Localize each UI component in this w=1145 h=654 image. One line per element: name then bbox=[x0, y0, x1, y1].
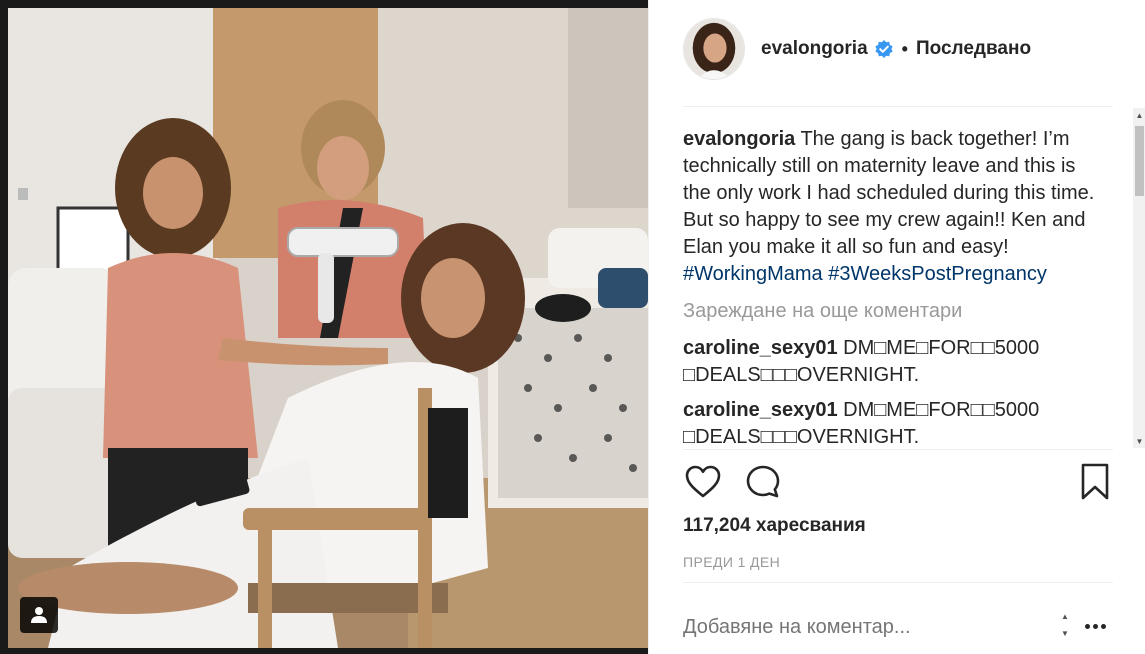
user-tag-button[interactable] bbox=[20, 597, 58, 633]
hashtag-link[interactable]: #3WeeksPostPregnancy bbox=[828, 263, 1047, 285]
comment-username[interactable]: caroline_sexy01 bbox=[683, 337, 838, 359]
avatar-image bbox=[684, 19, 744, 79]
post-details-panel: evalongoria • Последвано evalongoria The… bbox=[648, 0, 1145, 654]
comment-item: caroline_sexy01 DM□ME□FOR□□5000 □DEALS□□… bbox=[683, 397, 1103, 448]
comment-button[interactable] bbox=[743, 462, 783, 502]
post-timestamp[interactable]: ПРЕДИ 1 ДЕН bbox=[683, 554, 780, 570]
more-options-button[interactable] bbox=[1080, 614, 1110, 638]
header-divider bbox=[683, 106, 1113, 107]
more-options-icon bbox=[1092, 623, 1098, 629]
chevron-down-icon[interactable]: ▼ bbox=[1061, 629, 1069, 638]
user-tag-icon bbox=[31, 607, 47, 623]
post-photo-illustration bbox=[8, 8, 648, 648]
comments-list[interactable]: evalongoria The gang is back together! I… bbox=[683, 126, 1103, 448]
photo-area bbox=[0, 0, 648, 654]
post-caption: evalongoria The gang is back together! I… bbox=[683, 126, 1103, 288]
separator-dot: • bbox=[901, 38, 908, 59]
header-username[interactable]: evalongoria bbox=[761, 38, 868, 60]
comment-username[interactable]: caroline_sexy01 bbox=[683, 399, 838, 421]
avatar[interactable] bbox=[683, 18, 745, 80]
post-actions bbox=[683, 462, 1113, 506]
comment-bubble-icon bbox=[746, 465, 780, 498]
scroll-down-arrow-icon[interactable]: ▼ bbox=[1133, 434, 1145, 448]
bookmark-icon bbox=[1081, 463, 1109, 500]
caption-username[interactable]: evalongoria bbox=[683, 128, 795, 150]
hashtag-link[interactable]: #WorkingMama bbox=[683, 263, 823, 285]
footer-divider bbox=[683, 582, 1113, 583]
input-scroll-arrows[interactable]: ▲ ▼ bbox=[1056, 612, 1074, 638]
like-button[interactable] bbox=[683, 462, 723, 502]
follow-status-button[interactable]: Последвано bbox=[916, 38, 1031, 60]
post-header: evalongoria • Последвано bbox=[683, 16, 1113, 82]
add-comment-input[interactable] bbox=[683, 612, 1053, 642]
post-photo[interactable] bbox=[8, 8, 648, 648]
scroll-up-arrow-icon[interactable]: ▲ bbox=[1133, 108, 1145, 122]
verified-badge-icon bbox=[875, 40, 893, 58]
comments-divider bbox=[683, 449, 1113, 450]
comment-item: caroline_sexy01 DM□ME□FOR□□5000 □DEALS□□… bbox=[683, 335, 1103, 389]
likes-count[interactable]: 117,204 харесвания bbox=[683, 515, 866, 537]
save-button[interactable] bbox=[1075, 462, 1115, 502]
more-options-icon bbox=[1084, 623, 1090, 629]
heart-icon bbox=[685, 465, 721, 498]
more-options-icon bbox=[1100, 623, 1106, 629]
chevron-up-icon[interactable]: ▲ bbox=[1061, 612, 1069, 621]
scroll-thumb[interactable] bbox=[1135, 126, 1144, 196]
load-more-comments-link[interactable]: Зареждане на още коментари bbox=[683, 298, 1103, 325]
comments-scrollbar[interactable]: ▲ ▼ bbox=[1133, 108, 1145, 448]
